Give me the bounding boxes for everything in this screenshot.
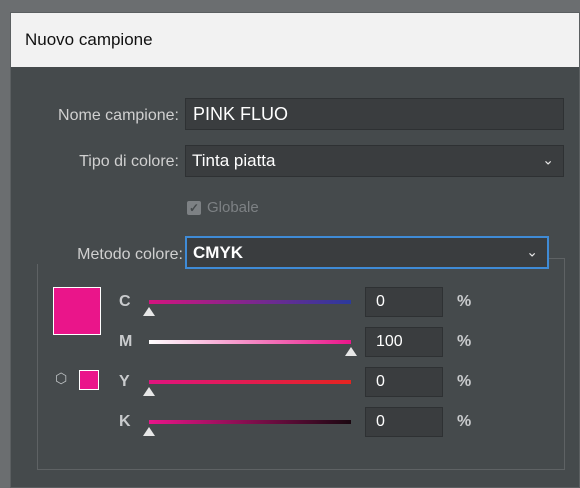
color-mode-label: Metodo colore: [11, 246, 187, 264]
color-type-value: Tinta piatta [192, 151, 276, 170]
out-of-gamut-swatch[interactable] [79, 370, 99, 390]
new-swatch-dialog: Nuovo campione Nome campione: PINK FLUO … [10, 12, 580, 488]
channel-k-label: K [119, 413, 131, 430]
channel-y-unit: % [457, 373, 472, 390]
channel-c-label: C [119, 293, 131, 310]
checkbox-checked-icon: ✓ [187, 200, 201, 215]
color-mode-group [37, 258, 565, 470]
channel-m-slider-thumb[interactable] [345, 347, 357, 356]
channel-m-label: M [119, 333, 133, 350]
color-mode-select[interactable]: CMYK ⌄ [185, 236, 549, 269]
global-checkbox[interactable]: ✓ Globale [187, 199, 259, 216]
channel-m-slider[interactable] [149, 340, 351, 344]
swatch-name-label: Nome campione: [58, 107, 179, 124]
swatch-name-input[interactable]: PINK FLUO [185, 98, 564, 130]
channel-k-slider-thumb[interactable] [143, 427, 155, 436]
chevron-down-icon: ⌄ [526, 243, 538, 260]
color-type-select[interactable]: Tinta piatta ⌄ [185, 145, 564, 177]
channel-c-unit: % [457, 293, 472, 310]
channel-y-slider-thumb[interactable] [143, 387, 155, 396]
channel-c-slider-thumb[interactable] [143, 307, 155, 316]
color-mode-value: CMYK [193, 242, 244, 262]
channel-k-slider[interactable] [149, 420, 351, 424]
cube-icon: ⬡ [55, 370, 68, 386]
color-preview-swatch [53, 287, 101, 335]
channel-y-label: Y [119, 373, 130, 390]
channel-y-slider[interactable] [149, 380, 351, 384]
channel-m-unit: % [457, 333, 472, 350]
dialog-title: Nuovo campione [11, 13, 579, 67]
global-label: Globale [207, 199, 259, 216]
color-type-label: Tipo di colore: [79, 153, 179, 170]
channel-m-input[interactable]: 100 [365, 327, 443, 357]
chevron-down-icon: ⌄ [542, 151, 554, 168]
channel-y-input[interactable]: 0 [365, 367, 443, 397]
channel-k-input[interactable]: 0 [365, 407, 443, 437]
channel-c-input[interactable]: 0 [365, 287, 443, 317]
channel-c-slider[interactable] [149, 300, 351, 304]
channel-k-unit: % [457, 413, 472, 430]
